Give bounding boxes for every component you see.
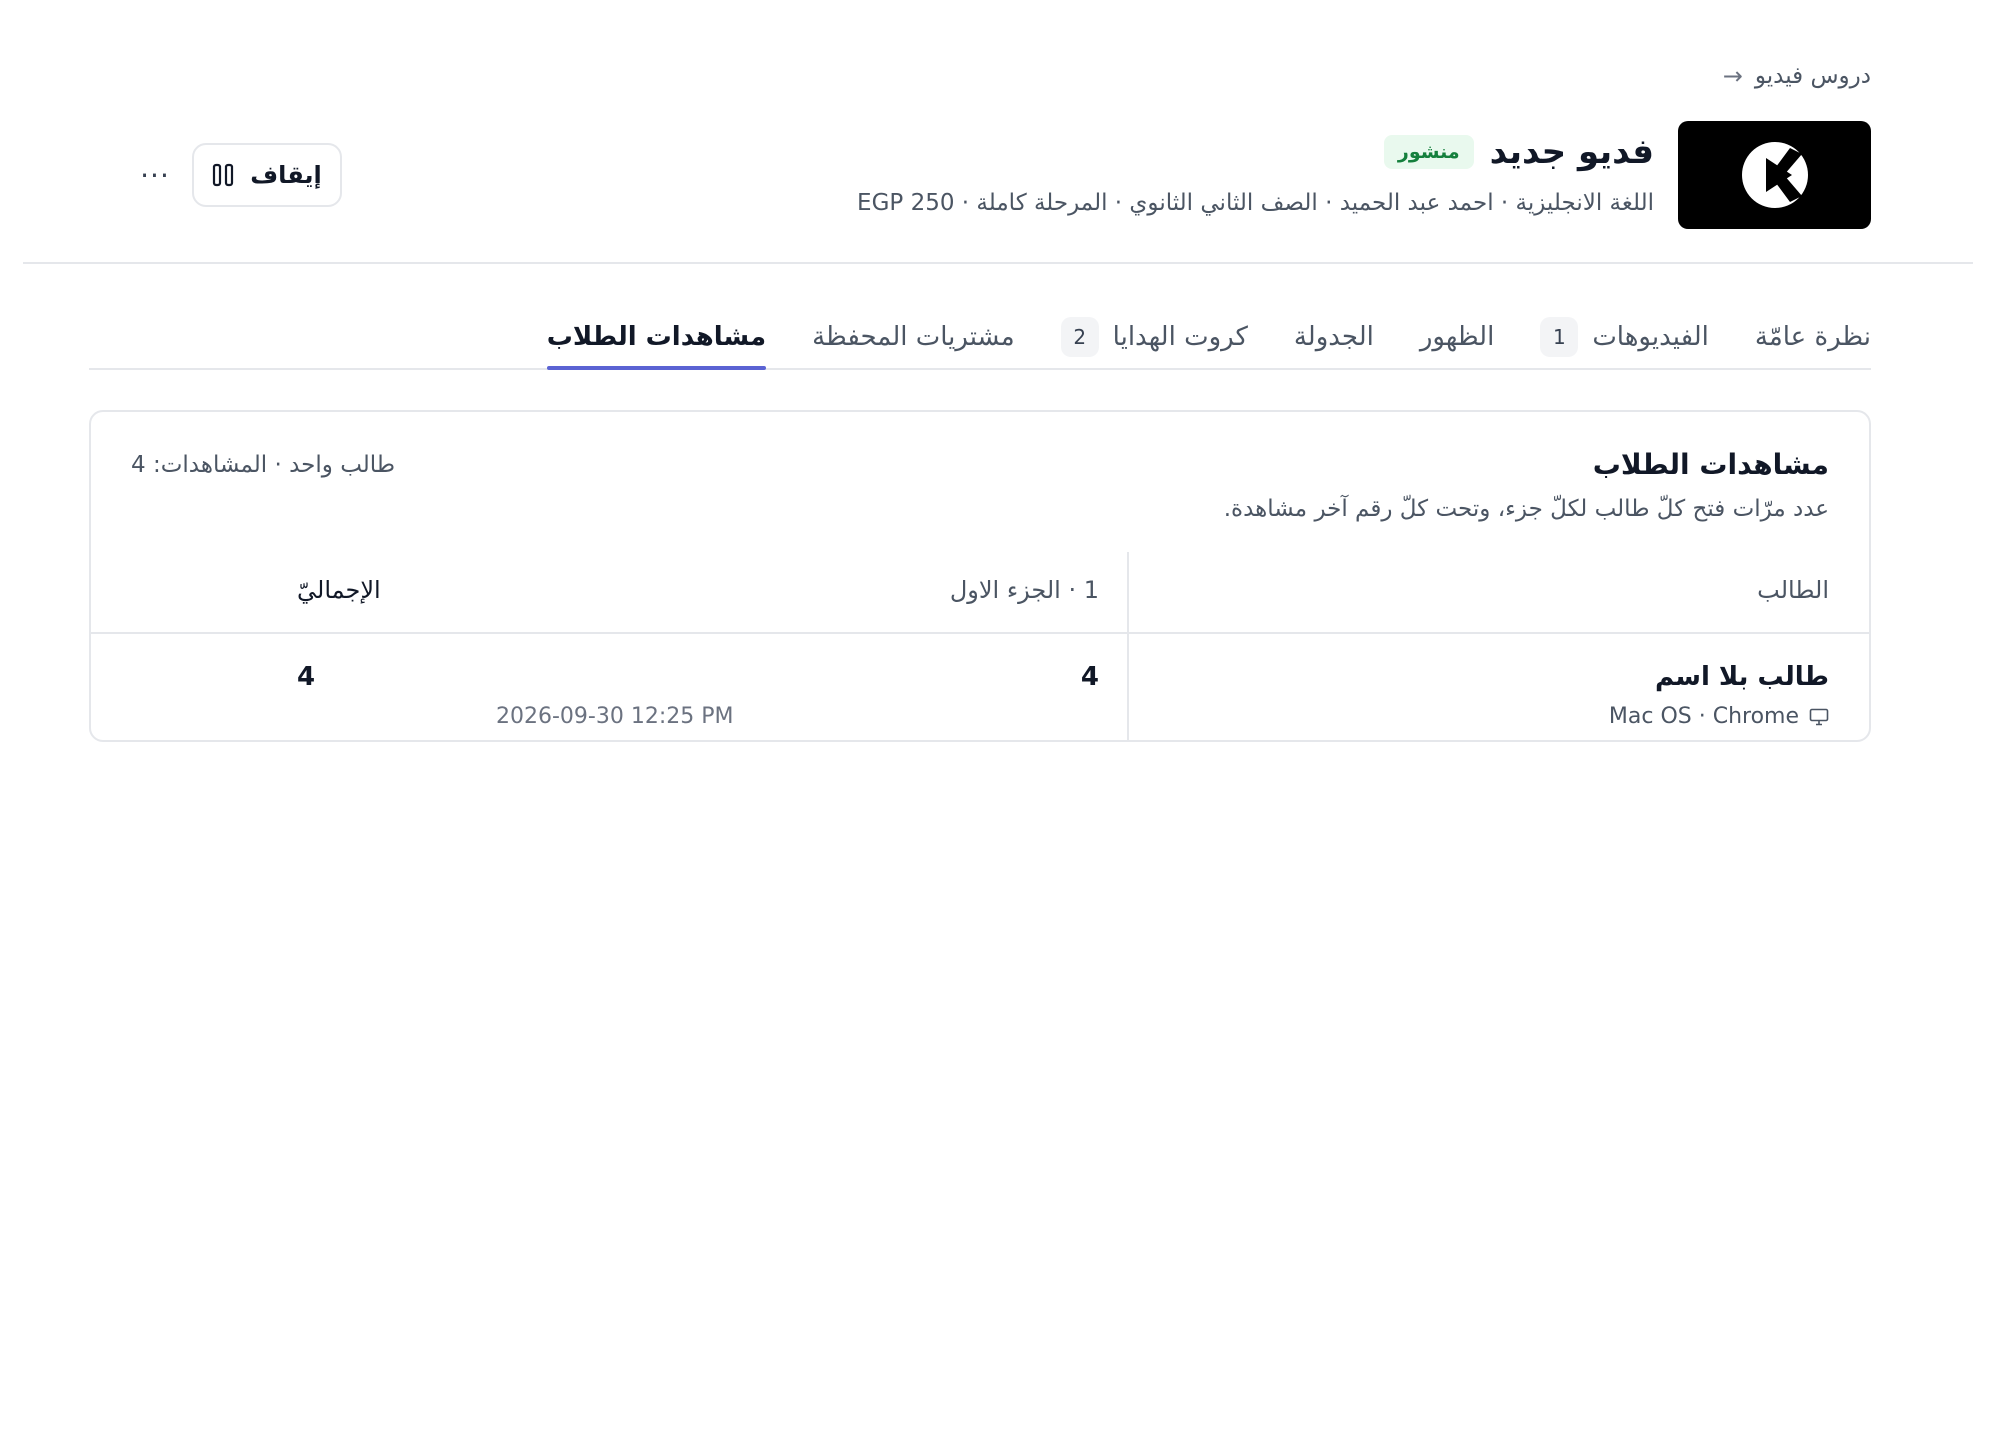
page: دروس فيديو → فديو جديد منشور اللغة الانج… [0,0,1996,1448]
tab-videos[interactable]: الفيديوهات 1 [1540,298,1709,368]
more-options-icon[interactable]: ··· [130,150,180,200]
arrow-right-icon: → [1722,62,1743,90]
column-header-student: الطالب [1757,576,1829,604]
table-row: طالب بلا اسم Mac OS · Chrome 4 2026-09-3… [91,634,1869,744]
last-view-timestamp: 2026-09-30 12:25 PM [496,704,734,729]
card-description: عدد مرّات فتح كلّ طالب لكلّ جزء، وتحت كل… [1223,496,1829,522]
tab-wallet-purchases[interactable]: مشتريات المحفظة [812,298,1015,368]
monitor-icon [1809,708,1829,725]
tab-label: مشاهدات الطلاب [546,322,767,352]
tab-label: كروت الهدايا [1112,322,1248,352]
column-header-total: الإجماليّ [297,576,381,604]
tab-label: الظهور [1419,322,1495,352]
part-views-count: 4 [1080,662,1099,692]
tab-label: نظرة عامّة [1754,322,1871,352]
tab-visibility[interactable]: الظهور [1420,298,1494,368]
tab-label: مشتريات المحفظة [812,322,1015,352]
tab-overview[interactable]: نظرة عامّة [1755,298,1871,368]
column-header-part: 1 · الجزء الاول [949,576,1099,604]
tab-student-views[interactable]: مشاهدات الطلاب [546,298,767,370]
card-summary: طالب واحد · المشاهدات: 4 [131,452,396,478]
title-block: فديو جديد منشور اللغة الانجليزية · احمد … [857,120,1654,216]
student-device: Mac OS · Chrome [1609,704,1829,729]
page-title: فديو جديد [1489,132,1654,172]
student-name: طالب بلا اسم [1654,662,1829,692]
tab-label: الفيديوهات [1592,322,1709,352]
tab-bar: نظرة عامّة الفيديوهات 1 الظهور الجدولة ك… [89,298,1871,370]
status-badge: منشور [1383,135,1474,169]
card-title: مشاهدات الطلاب [1592,448,1829,481]
table-header: الطالب 1 · الجزء الاول الإجماليّ [91,552,1869,634]
tab-label: الجدولة [1293,322,1374,352]
breadcrumb-label[interactable]: دروس فيديو [1755,63,1871,89]
page-header: فديو جديد منشور اللغة الانجليزية · احمد … [130,120,1871,230]
tab-count-badge: 2 [1060,317,1099,357]
tab-gift-cards[interactable]: كروت الهدايا 2 [1060,298,1248,368]
device-label: Mac OS · Chrome [1608,704,1799,729]
stop-button[interactable]: إيقاف [192,143,342,207]
tab-schedule[interactable]: الجدولة [1294,298,1374,368]
student-views-card: مشاهدات الطلاب عدد مرّات فتح كلّ طالب لك… [89,410,1871,742]
video-thumbnail [1678,121,1871,229]
breadcrumb[interactable]: دروس فيديو → [1723,62,1871,90]
stop-button-label: إيقاف [250,161,322,189]
tab-count-badge: 1 [1540,317,1579,357]
total-views-count: 4 [297,662,316,692]
pause-icon [213,163,234,187]
play-logo-icon [1741,142,1808,208]
header-divider [23,262,1973,264]
video-meta: اللغة الانجليزية · احمد عبد الحميد · الص… [857,190,1654,216]
